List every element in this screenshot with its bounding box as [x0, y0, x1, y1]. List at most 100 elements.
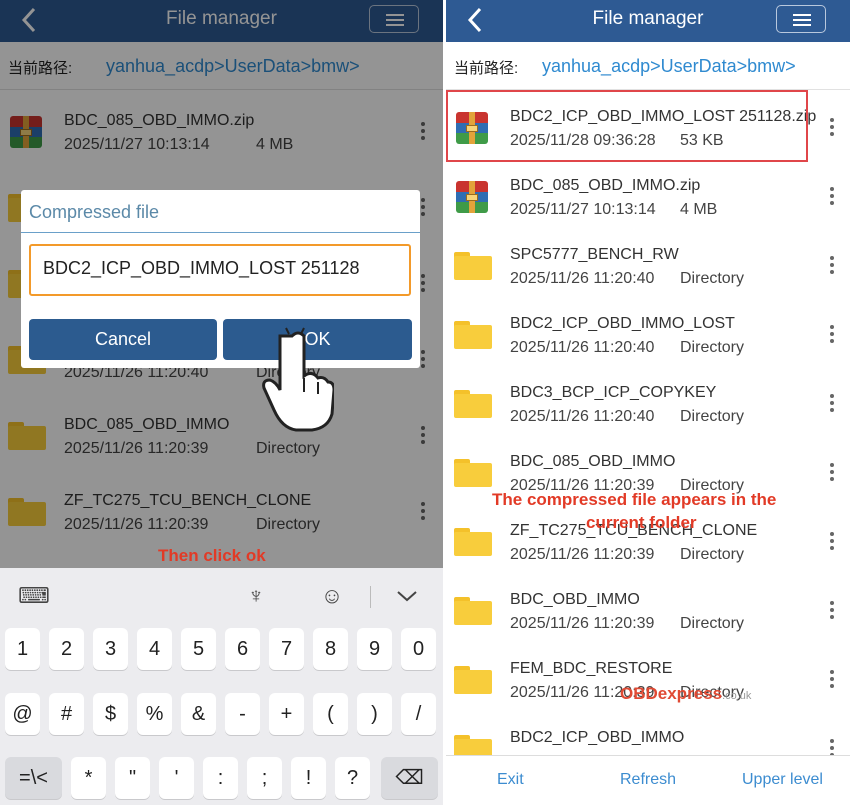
compress-dialog: Compressed file BDC2_ICP_OBD_IMMO_LOST 2…: [21, 190, 420, 368]
file-meta: Directory: [680, 546, 745, 563]
key[interactable]: ': [159, 757, 194, 799]
file-row[interactable]: BDC_OBD_IMMO 2025/11/26 11:20:39 Directory: [446, 575, 850, 644]
cancel-button[interactable]: Cancel: [29, 319, 217, 360]
key[interactable]: 4: [137, 628, 172, 670]
key[interactable]: 5: [181, 628, 216, 670]
folder-icon: [454, 252, 492, 280]
backspace-key[interactable]: ⌫: [381, 757, 438, 799]
filename-input[interactable]: BDC2_ICP_OBD_IMMO_LOST 251128: [29, 244, 411, 296]
key[interactable]: 2: [49, 628, 84, 670]
file-row[interactable]: SPC5777_BENCH_RW 2025/11/26 11:20:40 Direc…: [446, 230, 850, 299]
pointing-hand-icon: [262, 327, 334, 432]
file-meta: Directory: [680, 615, 745, 632]
list-menu-icon[interactable]: [776, 5, 826, 33]
key[interactable]: (: [313, 693, 348, 735]
dialog-title: Compressed file: [29, 202, 160, 222]
file-meta: 4 MB: [680, 201, 718, 218]
path-breadcrumb[interactable]: yanhua_acdp>UserData>bmw>: [542, 56, 796, 77]
folder-icon: [454, 459, 492, 487]
folder-icon: [454, 321, 492, 349]
key[interactable]: /: [401, 693, 436, 735]
instruction-annotation: Then click ok: [158, 546, 266, 565]
toolbar-divider: [370, 586, 371, 608]
keyboard: ⌨ ♆ ☺ 1 2 3 4 5 6 7 8 9 0 @ # $% & - +() / =\< * " ':;!? ⌫: [0, 568, 443, 805]
refresh-button[interactable]: Refresh: [620, 771, 676, 789]
bottom-toolbar: Exit Refresh Upper level: [446, 755, 850, 805]
key[interactable]: 6: [225, 628, 260, 670]
key[interactable]: 3: [93, 628, 128, 670]
file-row[interactable]: BDC3_BCP_ICP_COPYKEY 2025/11/26 11:20:40 D…: [446, 368, 850, 437]
more-options-icon[interactable]: [830, 187, 834, 208]
file-meta: Directory: [680, 339, 745, 356]
file-meta: Directory: [680, 408, 745, 425]
file-row[interactable]: BDC_085_OBD_IMMO.zip 2025/11/27 10:13:14 4…: [446, 161, 850, 230]
result-annotation-line1: The compressed file appears in the: [492, 490, 777, 509]
folder-icon: [454, 528, 492, 556]
more-options-icon[interactable]: [830, 394, 834, 415]
file-date: 2025/11/26 11:20:40: [510, 408, 655, 425]
key[interactable]: #: [49, 693, 84, 735]
more-options-icon[interactable]: [830, 325, 834, 346]
key[interactable]: *: [71, 757, 106, 799]
key[interactable]: 0: [401, 628, 436, 670]
globe-keyboard-icon[interactable]: ⌨: [18, 582, 50, 610]
key[interactable]: %: [137, 693, 172, 735]
paint-brush-icon[interactable]: ♆: [242, 582, 270, 610]
more-options-icon[interactable]: [830, 601, 834, 622]
title-bar: File manager: [446, 0, 850, 42]
key[interactable]: @: [5, 693, 40, 735]
file-name: BDC_085_OBD_IMMO: [510, 453, 676, 470]
watermark-brand: OBDexpress: [620, 684, 723, 703]
exit-button[interactable]: Exit: [497, 771, 524, 789]
file-name: BDC2_ICP_OBD_IMMO: [510, 729, 685, 746]
more-options-icon[interactable]: [830, 670, 834, 691]
file-name: BDC3_BCP_ICP_COPYKEY: [510, 384, 717, 401]
key[interactable]: 7: [269, 628, 304, 670]
key[interactable]: ;: [247, 757, 282, 799]
key[interactable]: &: [181, 693, 216, 735]
dialog-divider: [21, 232, 420, 233]
more-options-icon[interactable]: [830, 463, 834, 484]
emoji-icon[interactable]: ☺: [318, 582, 346, 610]
more-options-icon[interactable]: [830, 118, 834, 139]
file-name: SPC5777_BENCH_RW: [510, 246, 679, 263]
key[interactable]: :: [203, 757, 238, 799]
file-name: BDC_OBD_IMMO: [510, 591, 640, 608]
new-file-highlight: [446, 90, 808, 162]
file-date: 2025/11/27 10:13:14: [510, 201, 656, 218]
folder-icon: [454, 390, 492, 418]
more-options-icon[interactable]: [830, 532, 834, 553]
key[interactable]: +: [269, 693, 304, 735]
watermark-logo: OBDexpress.co.uk: [620, 684, 751, 704]
folder-icon: [454, 597, 492, 625]
left-screen: File manager 当前路径: yanhua_acdp>UserData>…: [0, 0, 443, 805]
file-date: 2025/11/26 11:20:39: [510, 615, 655, 632]
file-name: BDC2_ICP_OBD_IMMO_LOST: [510, 315, 735, 332]
key[interactable]: $: [93, 693, 128, 735]
file-name: BDC_085_OBD_IMMO.zip: [510, 177, 701, 194]
zip-archive-icon: [456, 181, 488, 213]
key[interactable]: ): [357, 693, 392, 735]
symbols-toggle-key[interactable]: =\<: [5, 757, 62, 799]
file-meta: Directory: [680, 270, 745, 287]
key[interactable]: 9: [357, 628, 392, 670]
folder-icon: [454, 666, 492, 694]
key[interactable]: 8: [313, 628, 348, 670]
file-date: 2025/11/26 11:20:40: [510, 339, 655, 356]
key[interactable]: 1: [5, 628, 40, 670]
path-bar: 当前路径: yanhua_acdp>UserData>bmw>: [446, 42, 850, 90]
key[interactable]: ": [115, 757, 150, 799]
chevron-down-icon[interactable]: [396, 588, 418, 604]
key[interactable]: -: [225, 693, 260, 735]
watermark-tld: .co.uk: [722, 690, 752, 702]
upper-level-button[interactable]: Upper level: [742, 771, 823, 789]
key[interactable]: ?: [335, 757, 370, 799]
path-label: 当前路径:: [454, 60, 519, 77]
file-date: 2025/11/26 11:20:39: [510, 546, 655, 563]
key[interactable]: !: [291, 757, 326, 799]
file-row[interactable]: BDC2_ICP_OBD_IMMO_LOST 2025/11/26 11:20:4…: [446, 299, 850, 368]
result-annotation-line2: current folder: [586, 513, 697, 532]
file-date: 2025/11/26 11:20:40: [510, 270, 655, 287]
file-name: FEM_BDC_RESTORE: [510, 660, 673, 677]
more-options-icon[interactable]: [830, 256, 834, 277]
